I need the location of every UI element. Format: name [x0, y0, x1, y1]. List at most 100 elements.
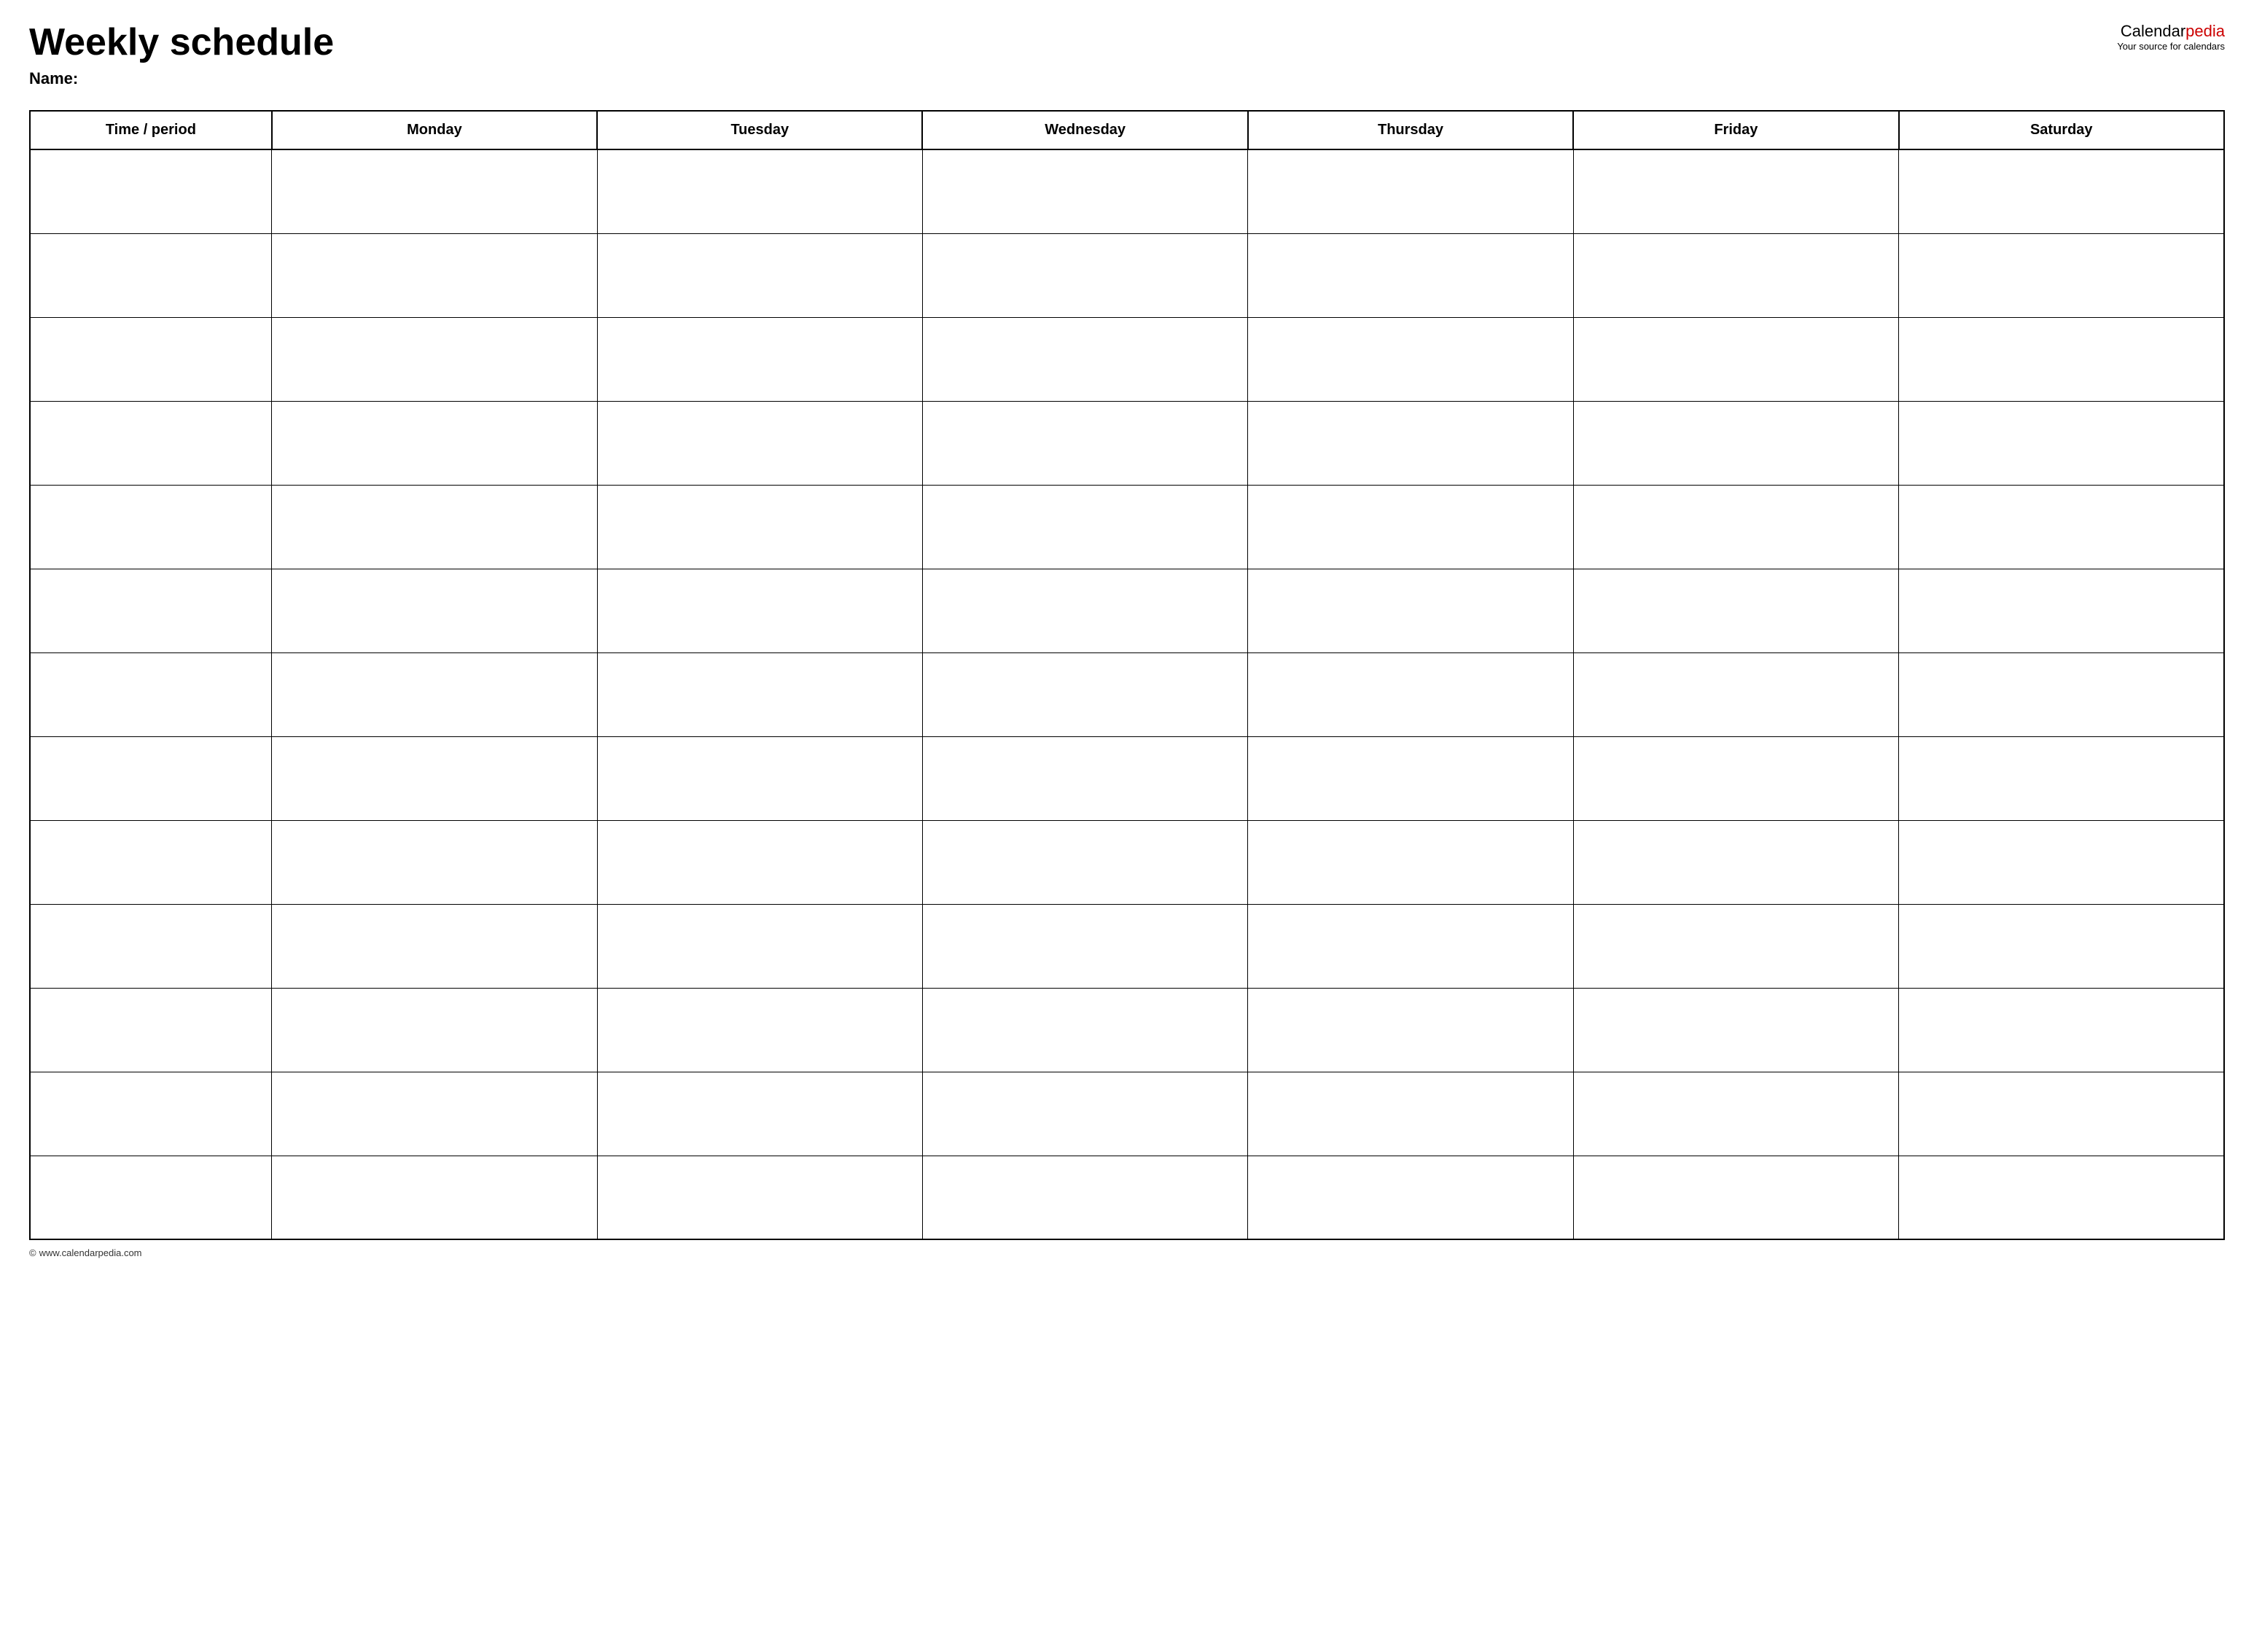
schedule-cell[interactable] [922, 485, 1247, 569]
schedule-cell[interactable] [922, 149, 1247, 233]
table-row [30, 1072, 2224, 1156]
time-cell[interactable] [30, 149, 272, 233]
schedule-cell[interactable] [1573, 736, 1898, 820]
time-cell[interactable] [30, 736, 272, 820]
schedule-cell[interactable] [272, 904, 597, 988]
table-row [30, 1156, 2224, 1239]
schedule-cell[interactable] [1899, 149, 2224, 233]
schedule-cell[interactable] [922, 820, 1247, 904]
schedule-cell[interactable] [272, 1072, 597, 1156]
schedule-cell[interactable] [597, 820, 922, 904]
schedule-cell[interactable] [1899, 736, 2224, 820]
schedule-cell[interactable] [1899, 317, 2224, 401]
schedule-cell[interactable] [1899, 401, 2224, 485]
schedule-cell[interactable] [272, 149, 597, 233]
schedule-cell[interactable] [1248, 652, 1573, 736]
schedule-cell[interactable] [1248, 569, 1573, 652]
schedule-table: Time / period Monday Tuesday Wednesday T… [29, 110, 2225, 1240]
schedule-cell[interactable] [597, 652, 922, 736]
schedule-cell[interactable] [597, 149, 922, 233]
schedule-cell[interactable] [1573, 485, 1898, 569]
name-label: Name: [29, 69, 2117, 88]
schedule-cell[interactable] [272, 485, 597, 569]
schedule-cell[interactable] [922, 569, 1247, 652]
time-cell[interactable] [30, 1156, 272, 1239]
schedule-cell[interactable] [272, 820, 597, 904]
schedule-cell[interactable] [1573, 149, 1898, 233]
schedule-cell[interactable] [272, 401, 597, 485]
schedule-cell[interactable] [1573, 904, 1898, 988]
schedule-cell[interactable] [272, 569, 597, 652]
schedule-cell[interactable] [922, 904, 1247, 988]
schedule-cell[interactable] [1573, 1072, 1898, 1156]
schedule-cell[interactable] [922, 652, 1247, 736]
schedule-cell[interactable] [1899, 569, 2224, 652]
schedule-cell[interactable] [1899, 988, 2224, 1072]
time-cell[interactable] [30, 820, 272, 904]
schedule-cell[interactable] [1248, 736, 1573, 820]
schedule-cell[interactable] [1899, 485, 2224, 569]
schedule-cell[interactable] [1573, 820, 1898, 904]
schedule-cell[interactable] [597, 904, 922, 988]
schedule-cell[interactable] [1248, 1156, 1573, 1239]
schedule-cell[interactable] [597, 401, 922, 485]
copyright-symbol: © [29, 1247, 36, 1258]
schedule-cell[interactable] [272, 652, 597, 736]
schedule-cell[interactable] [1573, 1156, 1898, 1239]
schedule-cell[interactable] [272, 233, 597, 317]
time-cell[interactable] [30, 1072, 272, 1156]
schedule-cell[interactable] [922, 401, 1247, 485]
time-cell[interactable] [30, 233, 272, 317]
schedule-cell[interactable] [1899, 652, 2224, 736]
schedule-cell[interactable] [1248, 317, 1573, 401]
table-header-row: Time / period Monday Tuesday Wednesday T… [30, 111, 2224, 149]
schedule-cell[interactable] [922, 233, 1247, 317]
schedule-cell[interactable] [597, 317, 922, 401]
schedule-cell[interactable] [1899, 820, 2224, 904]
schedule-cell[interactable] [272, 317, 597, 401]
schedule-cell[interactable] [1899, 1156, 2224, 1239]
schedule-cell[interactable] [922, 1072, 1247, 1156]
schedule-cell[interactable] [1899, 233, 2224, 317]
schedule-cell[interactable] [597, 1072, 922, 1156]
schedule-cell[interactable] [1573, 401, 1898, 485]
schedule-cell[interactable] [1248, 401, 1573, 485]
header-tuesday: Tuesday [597, 111, 922, 149]
schedule-cell[interactable] [1899, 1072, 2224, 1156]
schedule-cell[interactable] [922, 317, 1247, 401]
schedule-cell[interactable] [1248, 233, 1573, 317]
schedule-cell[interactable] [1573, 652, 1898, 736]
page-title: Weekly schedule [29, 22, 2117, 63]
schedule-cell[interactable] [922, 988, 1247, 1072]
schedule-cell[interactable] [597, 736, 922, 820]
schedule-cell[interactable] [1248, 904, 1573, 988]
time-cell[interactable] [30, 401, 272, 485]
time-cell[interactable] [30, 317, 272, 401]
schedule-cell[interactable] [1573, 569, 1898, 652]
time-cell[interactable] [30, 652, 272, 736]
schedule-cell[interactable] [922, 1156, 1247, 1239]
schedule-cell[interactable] [272, 988, 597, 1072]
schedule-cell[interactable] [1248, 1072, 1573, 1156]
schedule-cell[interactable] [272, 1156, 597, 1239]
schedule-cell[interactable] [1573, 988, 1898, 1072]
schedule-cell[interactable] [597, 233, 922, 317]
schedule-cell[interactable] [597, 1156, 922, 1239]
schedule-cell[interactable] [1899, 904, 2224, 988]
schedule-cell[interactable] [597, 485, 922, 569]
schedule-cell[interactable] [1248, 485, 1573, 569]
schedule-cell[interactable] [272, 736, 597, 820]
time-cell[interactable] [30, 485, 272, 569]
time-cell[interactable] [30, 988, 272, 1072]
schedule-cell[interactable] [1573, 317, 1898, 401]
schedule-cell[interactable] [1248, 988, 1573, 1072]
schedule-cell[interactable] [1248, 820, 1573, 904]
schedule-cell[interactable] [1573, 233, 1898, 317]
schedule-cell[interactable] [922, 736, 1247, 820]
table-row [30, 820, 2224, 904]
schedule-cell[interactable] [1248, 149, 1573, 233]
schedule-cell[interactable] [597, 988, 922, 1072]
schedule-cell[interactable] [597, 569, 922, 652]
time-cell[interactable] [30, 569, 272, 652]
time-cell[interactable] [30, 904, 272, 988]
